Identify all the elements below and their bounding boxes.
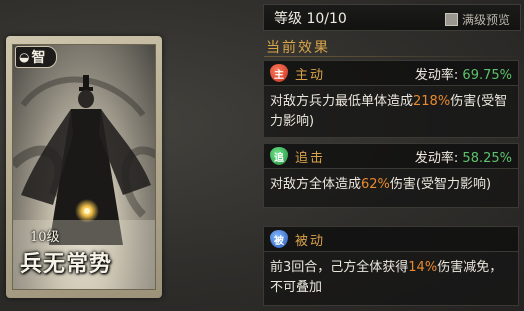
preview-checkbox[interactable] [444,13,458,26]
skill-active-header: 主 主动 发动率: 69.75% [264,61,518,86]
pursuit-rate: 发动率: 58.25% [415,147,518,166]
mask-icon: ◒ [19,50,30,64]
pursuit-desc-post: 伤害(受智力影响) [389,177,492,192]
card-level: 10级 [30,230,60,245]
level-text: 等级 10/10 [274,10,347,27]
passive-tag-icon: 被 [270,230,288,248]
active-tag-name: 主动 [295,67,326,83]
pursuit-desc-value: 62% [361,177,390,192]
preview-label: 满级预览 [461,13,510,27]
active-rate: 发动率: 69.75% [415,64,518,83]
skill-pursuit-box: 追 追击 发动率: 58.25% 对敌方全体造成62%伤害(受智力影响) [263,143,519,208]
passive-tag-name: 被动 [295,233,326,249]
active-rate-label: 发动率: [414,67,463,83]
section-divider [264,56,520,57]
skill-active-box: 主 主动 发动率: 69.75% 对敌方兵力最低单体造成218%伤害(受智力影响… [263,60,519,138]
pursuit-rate-label: 发动率: [414,150,463,166]
pursuit-desc-pre: 对敌方全体造成 [270,177,362,192]
max-level-preview-toggle[interactable]: 满级预览 [444,11,510,28]
pursuit-tag-name: 追击 [295,150,326,166]
active-description: 对敌方兵力最低单体造成218%伤害(受智力影响) [264,86,518,132]
skill-passive-box: 被 被动 前3回合，己方全体获得14%伤害减免，不可叠加 [263,226,519,306]
skill-pursuit-header: 追 追击 发动率: 58.25% [264,144,518,169]
skill-name: 兵无常势 [20,251,113,277]
passive-desc-pre: 前3回合，己方全体获得 [270,260,409,275]
skill-passive-header: 被 被动 [264,227,518,252]
pursuit-tag-icon: 追 [270,147,288,165]
pursuit-description: 对敌方全体造成62%伤害(受智力影响) [264,169,518,195]
passive-description: 前3回合，己方全体获得14%伤害减免，不可叠加 [264,252,518,298]
active-tag-icon: 主 [270,64,288,82]
active-desc-pre: 对敌方兵力最低单体造成 [270,94,414,109]
level-bar: 等级 10/10 满级预览 [263,4,521,31]
badge-label: 智 [31,50,46,66]
active-rate-value: 69.75% [462,67,512,83]
pursuit-rate-value: 58.25% [462,150,512,166]
intelligence-badge: ◒ 智 [15,46,57,68]
passive-desc-value: 14% [408,260,438,275]
section-title: 当前效果 [266,40,330,56]
active-desc-value: 218% [413,94,451,109]
